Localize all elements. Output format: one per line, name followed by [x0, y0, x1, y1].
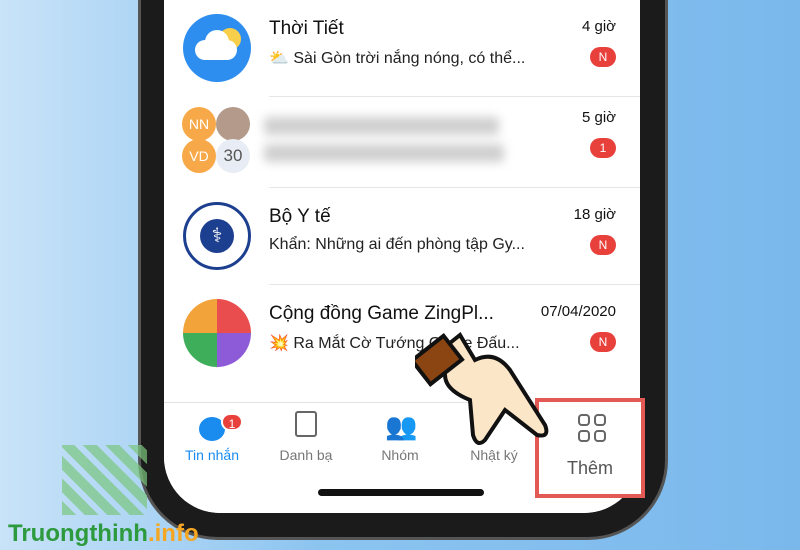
conversation-preview: ⛅ Sài Gòn trời nắng nóng, có thể...: [269, 50, 526, 67]
pointing-hand-icon: [415, 332, 549, 446]
unread-badge: N: [590, 47, 616, 67]
conversation-row[interactable]: Cộng đồng Game ZingPl... 💥 Ra Mắt Cờ Tướ…: [164, 285, 640, 382]
member-avatar: NN: [182, 107, 216, 141]
tab-label: Tin nhắn: [185, 447, 239, 463]
conversation-title: Thời Tiết: [269, 18, 344, 39]
conversation-time: 4 giờ: [581, 18, 616, 35]
conversation-row[interactable]: Thời Tiết ⛅ Sài Gòn trời nắng nóng, có t…: [164, 0, 640, 97]
conversation-row[interactable]: NN VD 30 5 giờ 1: [164, 91, 640, 188]
weather-avatar: [183, 14, 251, 82]
home-indicator: [318, 489, 484, 496]
watermark-logo: [62, 445, 147, 515]
conversation-title: Cộng đồng Game ZingPl...: [269, 303, 494, 324]
tab-label: Thêm: [566, 458, 613, 478]
member-photo-avatar: [216, 107, 250, 141]
member-avatar: VD: [182, 139, 216, 173]
blurred-title: [264, 117, 499, 135]
conversation-time: 18 giờ: [573, 206, 616, 223]
game-community-avatar: [183, 299, 251, 367]
unread-badge: 1: [590, 138, 616, 158]
blurred-preview: [264, 144, 504, 162]
conversation-preview: Khẩn: Những ai đến phòng tập Gy...: [269, 236, 525, 253]
tab-label: Danh bạ: [279, 447, 333, 463]
unread-badge: N: [590, 332, 616, 352]
conversation-row[interactable]: ⚕ Bộ Y tế Khẩn: Những ai đến phòng tập G…: [164, 188, 640, 285]
conversation-title: Bộ Y tế: [269, 206, 331, 227]
conversation-time: 5 giờ: [581, 109, 616, 126]
member-count: 30: [216, 139, 250, 173]
grid-icon: [578, 414, 606, 442]
group-icon: 👥: [385, 411, 418, 441]
ministry-of-health-avatar: ⚕: [183, 202, 251, 270]
conversation-time: 07/04/2020: [540, 303, 616, 320]
contacts-icon: [295, 411, 317, 437]
tab-badge: 1: [221, 413, 243, 431]
unread-badge: N: [590, 235, 616, 255]
watermark-text: Truongthinh.info: [8, 520, 199, 547]
